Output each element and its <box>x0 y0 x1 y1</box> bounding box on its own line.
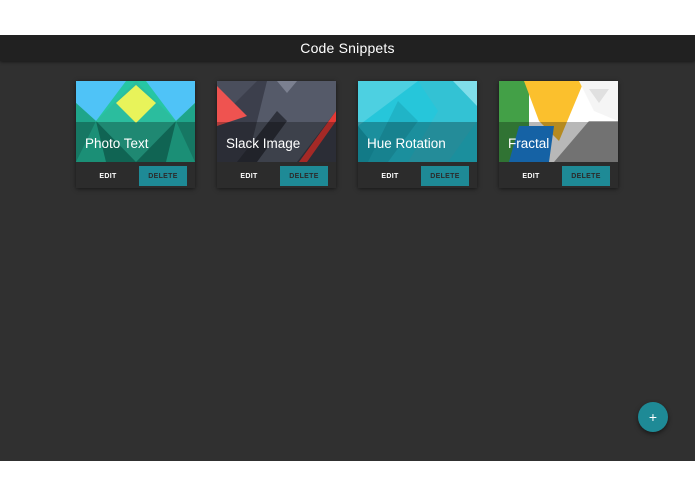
app-bar: Code Snippets <box>0 35 695 61</box>
edit-button[interactable]: EDIT <box>84 166 132 186</box>
snippet-card-hue-rotation[interactable]: Hue Rotation EDIT DELETE <box>358 81 477 188</box>
edit-button[interactable]: EDIT <box>507 166 555 186</box>
card-actions: EDIT DELETE <box>76 162 195 188</box>
snippet-card-slack-image[interactable]: Slack Image EDIT DELETE <box>217 81 336 188</box>
snippet-thumbnail: Fractal <box>499 81 618 162</box>
snippet-title: Slack Image <box>226 136 301 151</box>
delete-button[interactable]: DELETE <box>280 166 328 186</box>
edit-button[interactable]: EDIT <box>366 166 414 186</box>
snippet-thumbnail: Hue Rotation <box>358 81 477 162</box>
page-title: Code Snippets <box>300 40 395 56</box>
snippet-title: Fractal <box>508 136 550 151</box>
snippet-card-fractal[interactable]: Fractal EDIT DELETE <box>499 81 618 188</box>
add-snippet-button[interactable]: + <box>638 402 668 432</box>
delete-button[interactable]: DELETE <box>562 166 610 186</box>
snippet-thumbnail: Slack Image <box>217 81 336 162</box>
delete-button[interactable]: DELETE <box>421 166 469 186</box>
snippet-title: Hue Rotation <box>367 136 446 151</box>
card-actions: EDIT DELETE <box>499 162 618 188</box>
edit-button[interactable]: EDIT <box>225 166 273 186</box>
snippet-card-photo-text[interactable]: Photo Text EDIT DELETE <box>76 81 195 188</box>
delete-button[interactable]: DELETE <box>139 166 187 186</box>
snippet-title: Photo Text <box>85 136 149 151</box>
card-actions: EDIT DELETE <box>217 162 336 188</box>
snippet-thumbnail: Photo Text <box>76 81 195 162</box>
card-actions: EDIT DELETE <box>358 162 477 188</box>
app-window: Code Snippets Photo Text EDIT DELETE Sla… <box>0 35 695 461</box>
